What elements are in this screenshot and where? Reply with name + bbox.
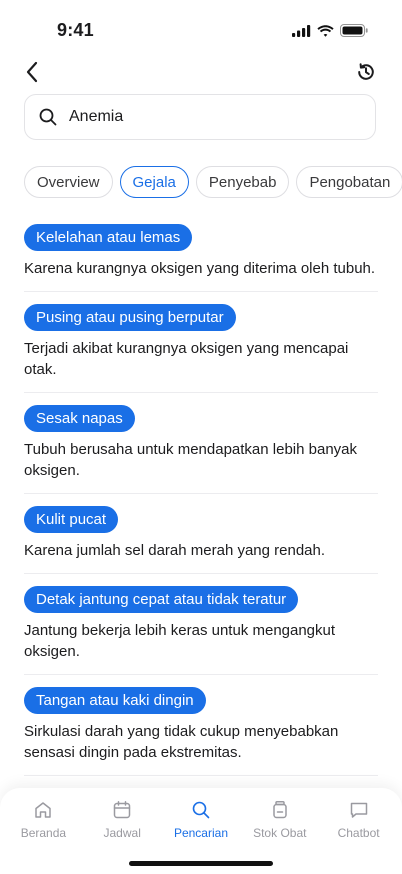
nav-item-beranda[interactable]: Beranda bbox=[7, 800, 79, 840]
tab-pengobatan[interactable]: Pengobatan bbox=[296, 166, 402, 198]
symptom-description: Jantung bekerja lebih keras untuk mengan… bbox=[24, 622, 336, 660]
symptom-description: Karena kurangnya oksigen yang diterima o… bbox=[24, 260, 376, 277]
search-input[interactable] bbox=[67, 107, 341, 127]
chevron-left-icon bbox=[26, 61, 38, 83]
symptom-description: Sirkulasi darah yang tidak cukup menyeba… bbox=[24, 723, 339, 761]
search-icon bbox=[192, 801, 210, 819]
symptom-item: Detak jantung cepat atau tidak teratur J… bbox=[24, 586, 378, 675]
nav-item-stok-obat[interactable]: Stok Obat bbox=[244, 800, 316, 840]
symptom-title: Tangan atau kaki dingin bbox=[24, 687, 206, 714]
back-button[interactable] bbox=[18, 58, 46, 86]
status-icons bbox=[292, 24, 368, 37]
nav-item-jadwal[interactable]: Jadwal bbox=[86, 800, 158, 840]
status-bar: 9:41 bbox=[0, 0, 402, 60]
search-icon bbox=[39, 108, 57, 126]
symptom-title: Pusing atau pusing berputar bbox=[24, 304, 236, 331]
nav-item-chatbot[interactable]: Chatbot bbox=[323, 800, 395, 840]
signal-icon bbox=[292, 24, 311, 37]
tab-penyebab[interactable]: Penyebab bbox=[195, 166, 290, 198]
medicine-stock-icon bbox=[273, 801, 287, 819]
symptom-description: Karena jumlah sel darah merah yang renda… bbox=[24, 542, 326, 559]
symptom-item: Tangan atau kaki dingin Sirkulasi darah … bbox=[24, 687, 378, 776]
symptom-item: Kelelahan atau lemas Karena kurangnya ok… bbox=[24, 224, 378, 292]
nav-label: Stok Obat bbox=[253, 826, 307, 840]
nav-item-pencarian[interactable]: Pencarian bbox=[165, 800, 237, 840]
symptom-item: Kulit pucat Karena jumlah sel darah mera… bbox=[24, 506, 378, 574]
nav-label: Pencarian bbox=[173, 826, 228, 840]
symptom-title: Kulit pucat bbox=[24, 506, 119, 533]
history-icon bbox=[358, 63, 374, 80]
status-time: 9:41 bbox=[57, 20, 94, 40]
symptom-description: Tubuh berusaha untuk mendapatkan lebih b… bbox=[24, 441, 358, 479]
top-bar bbox=[0, 54, 402, 90]
symptom-title: Kelelahan atau lemas bbox=[24, 224, 193, 251]
battery-icon bbox=[340, 24, 368, 37]
nav-label: Chatbot bbox=[337, 826, 380, 840]
tab-gejala[interactable]: Gejala bbox=[119, 166, 189, 198]
wifi-icon bbox=[317, 24, 334, 37]
home-icon bbox=[35, 802, 52, 818]
symptom-title: Detak jantung cepat atau tidak teratur bbox=[24, 586, 299, 613]
symptom-title: Sesak napas bbox=[24, 405, 135, 432]
history-button[interactable] bbox=[354, 60, 378, 84]
home-indicator bbox=[129, 861, 273, 866]
tab-bar: Overview Gejala Penyebab Pengobatan bbox=[24, 166, 402, 198]
tab-overview[interactable]: Overview bbox=[24, 166, 113, 198]
symptom-item: Pusing atau pusing berputar Terjadi akib… bbox=[24, 304, 378, 393]
symptom-list: Kelelahan atau lemas Karena kurangnya ok… bbox=[24, 224, 378, 788]
search-box[interactable] bbox=[24, 94, 376, 140]
symptom-item: Sesak napas Tubuh berusaha untuk mendapa… bbox=[24, 405, 378, 494]
calendar-icon bbox=[113, 801, 131, 819]
chat-icon bbox=[350, 802, 367, 818]
nav-label: Beranda bbox=[20, 826, 67, 840]
symptom-description: Terjadi akibat kurangnya oksigen yang me… bbox=[24, 340, 349, 378]
nav-label: Jadwal bbox=[103, 826, 141, 840]
